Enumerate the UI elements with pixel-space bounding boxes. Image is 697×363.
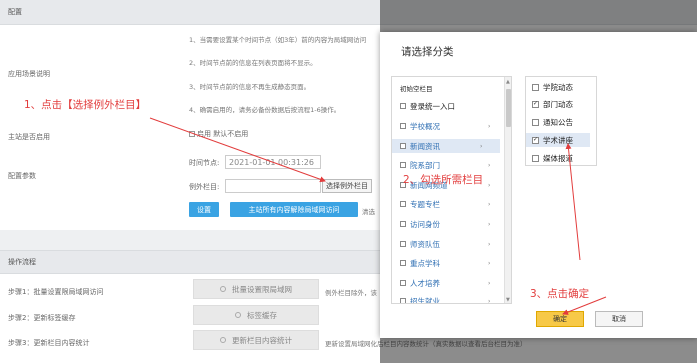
arrow-to-choose-exception bbox=[149, 117, 326, 183]
arrow-to-lectures bbox=[565, 143, 581, 261]
annotation-arrows bbox=[149, 117, 607, 315]
arrow-to-ok bbox=[562, 296, 607, 315]
